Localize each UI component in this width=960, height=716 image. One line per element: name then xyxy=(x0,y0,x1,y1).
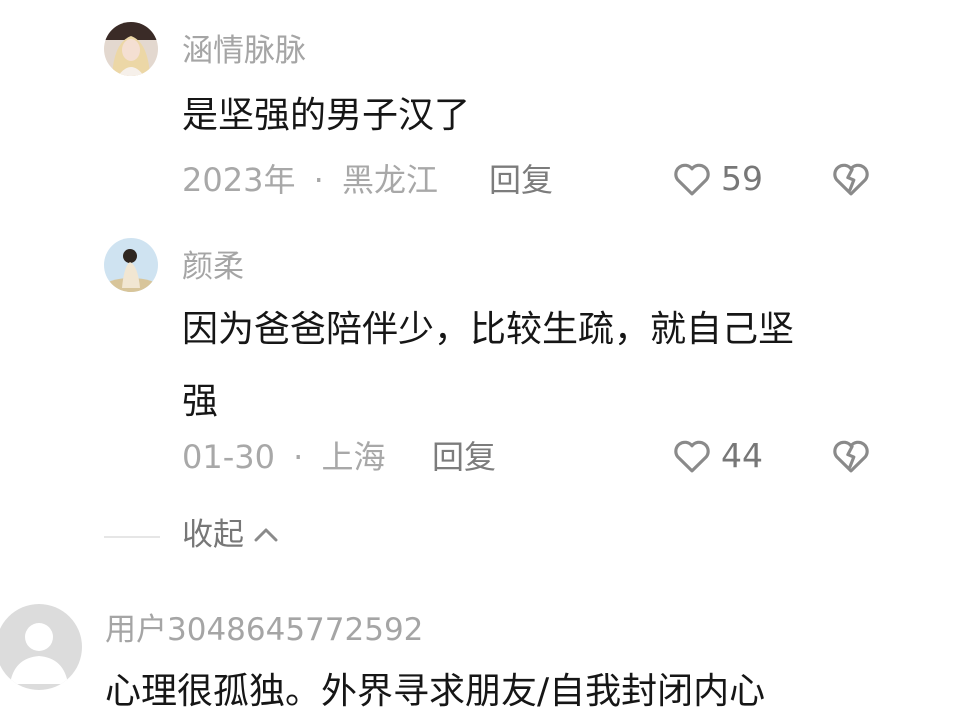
heart-outline-icon xyxy=(674,440,710,473)
default-user-icon xyxy=(0,604,82,690)
comment-text: 是坚强的男子汉了 xyxy=(182,80,470,152)
avatar[interactable] xyxy=(104,238,158,292)
user-photo-icon xyxy=(104,22,158,76)
meta-separator: · xyxy=(313,161,324,199)
comment-location: 黑龙江 xyxy=(341,161,438,199)
broken-heart-icon xyxy=(833,440,869,473)
heart-outline-icon xyxy=(674,163,710,196)
avatar[interactable] xyxy=(104,22,158,76)
dislike-button[interactable] xyxy=(830,158,872,200)
comment-text-line: 强 xyxy=(182,381,219,422)
avatar[interactable] xyxy=(0,604,82,690)
dislike-button[interactable] xyxy=(830,435,872,477)
broken-heart-icon xyxy=(833,163,869,196)
comment-username[interactable]: 用户3048645772592 xyxy=(105,610,423,650)
comment-text-line: 因为爸爸陪伴少，比较生疏，就自己坚 xyxy=(182,309,795,350)
collapse-divider xyxy=(104,536,160,538)
comment-text: 因为爸爸陪伴少，比较生疏，就自己坚 强 xyxy=(182,294,794,438)
collapse-replies-button[interactable]: 收起 xyxy=(182,515,280,555)
like-count: 59 xyxy=(721,159,763,198)
comment-meta: 01-30 · 上海 xyxy=(182,437,386,477)
user-photo-icon xyxy=(104,238,158,292)
collapse-label: 收起 xyxy=(182,517,244,553)
comment-text: 心理很孤独。外界寻求朋友/自我封闭内心 xyxy=(105,656,765,716)
meta-separator: · xyxy=(293,438,304,476)
comment-thread: 涵情脉脉 是坚强的男子汉了 2023年 · 黑龙江 回复 59 颜柔 因为爸爸陪… xyxy=(0,0,960,716)
comment-username[interactable]: 颜柔 xyxy=(182,247,244,287)
comment-text-line: 是坚强的男子汉了 xyxy=(182,95,471,136)
reply-button[interactable]: 回复 xyxy=(489,160,553,200)
comment-location: 上海 xyxy=(321,438,386,476)
chevron-up-icon xyxy=(254,528,278,542)
reply-button[interactable]: 回复 xyxy=(432,437,496,477)
comment-username[interactable]: 涵情脉脉 xyxy=(182,31,306,71)
comment-time: 01-30 xyxy=(182,438,275,476)
like-button[interactable]: 59 xyxy=(671,158,763,200)
like-count: 44 xyxy=(721,436,763,475)
comment-meta: 2023年 · 黑龙江 xyxy=(182,160,438,200)
like-button[interactable]: 44 xyxy=(671,435,763,477)
comment-text-line: 心理很孤独。外界寻求朋友/自我封闭内心 xyxy=(105,671,766,712)
comment-time: 2023年 xyxy=(182,161,296,199)
